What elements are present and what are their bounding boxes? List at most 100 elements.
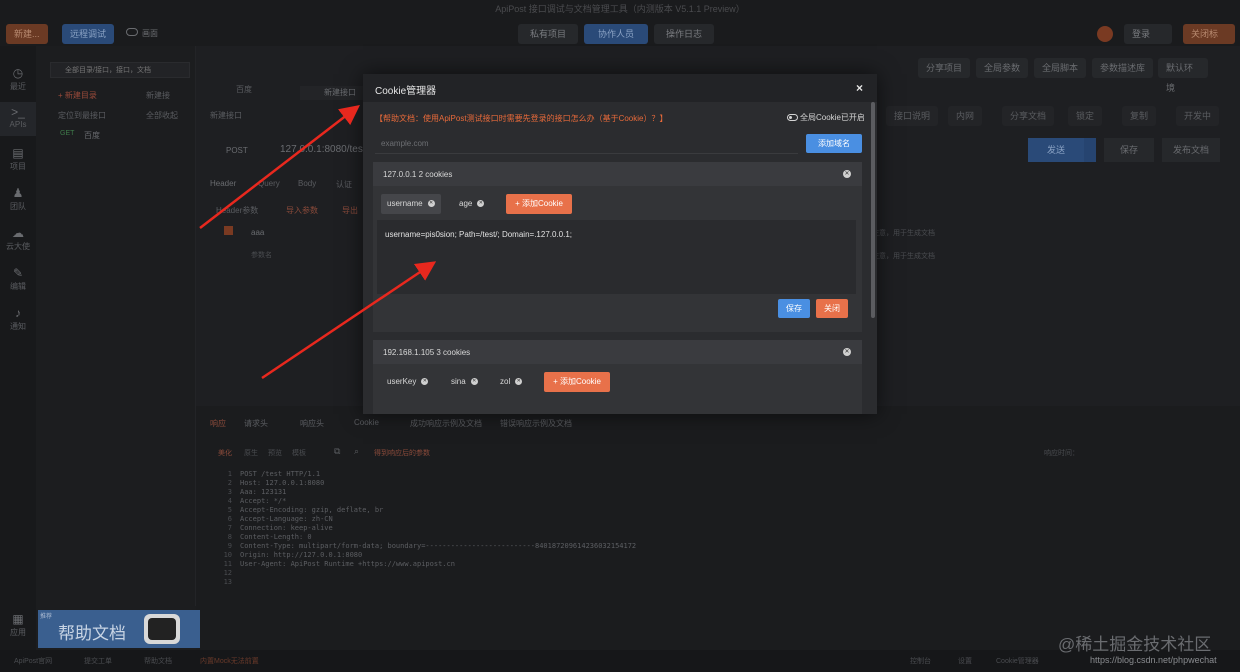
share-doc-button[interactable]: 分享文档 [1002, 106, 1055, 126]
nav-apps[interactable]: ▦ 应用 [0, 612, 36, 638]
row-key[interactable]: aaa [251, 228, 264, 237]
global-script-button[interactable]: 全局脚本 [1034, 58, 1087, 78]
nav-project[interactable]: ▤ 项目 [0, 146, 36, 172]
lock-button[interactable]: 锁定 [1068, 106, 1103, 126]
nav-notify[interactable]: ♪ 通知 [0, 306, 36, 332]
cookie-chip-sina[interactable]: sina ✕ [445, 372, 484, 392]
new-api-button[interactable]: 新建接 [146, 90, 170, 101]
nav-team[interactable]: ♟ 团队 [0, 186, 36, 212]
api-desc-button[interactable]: 接口说明 [886, 106, 939, 126]
tree-search-input[interactable] [50, 62, 190, 78]
footer-official-site[interactable]: ApiPost官网 [14, 656, 52, 666]
cookie-chip-userkey[interactable]: userKey ✕ [381, 372, 434, 392]
params-desc-button[interactable]: 参数描述库 [1092, 58, 1154, 78]
modal-scroll-thumb[interactable] [871, 102, 875, 318]
code-text: Connection: keep-alive [240, 524, 333, 532]
code-text: Host: 127.0.0.1:8080 [240, 479, 325, 487]
remove-domain-icon[interactable]: ✕ [843, 170, 851, 178]
copy-icon[interactable]: ⧉ [334, 446, 340, 457]
help-doc-banner[interactable]: 推荐 帮助文档 [38, 610, 200, 648]
global-params-button[interactable]: 全局参数 [976, 58, 1029, 78]
resp-tab-error-example[interactable]: 错误响应示例及文档 [500, 418, 572, 429]
format-raw[interactable]: 原生 [244, 448, 258, 458]
search-icon[interactable]: ⌕ [354, 446, 359, 457]
dev-status-select[interactable]: 开发中 [1176, 106, 1220, 126]
remove-cookie-icon[interactable]: ✕ [421, 378, 429, 386]
send-button[interactable]: 发送 [1028, 138, 1084, 162]
nav-recent[interactable]: ◷ 最近 [0, 66, 36, 92]
add-domain-button[interactable]: 添加域名 [806, 134, 862, 153]
code-text: POST /test HTTP/1.1 [240, 470, 321, 478]
save-cookie-button[interactable]: 保存 [778, 299, 810, 318]
add-cookie-button[interactable]: + 添加Cookie [506, 194, 572, 214]
window-menu-button[interactable]: 关闭标 [1183, 24, 1235, 44]
resp-tab-resp-headers[interactable]: 响应头 [300, 418, 324, 429]
share-project-button[interactable]: 分享项目 [918, 58, 971, 78]
log-button[interactable]: 操作日志 [654, 24, 714, 44]
invite-button[interactable]: 协作人员 [584, 24, 648, 44]
send-dropdown[interactable] [1084, 138, 1096, 162]
import-params-button[interactable]: 导入参数 [286, 205, 318, 216]
resp-tab-success-example[interactable]: 成功响应示例及文档 [410, 418, 482, 429]
cookie-chip-age[interactable]: age ✕ [453, 194, 490, 214]
subtab-query[interactable]: Query [258, 179, 280, 188]
save-request-button[interactable]: 保存 [1104, 138, 1154, 162]
remote-debug-button[interactable]: 远程调试 [62, 24, 115, 44]
nav-edit[interactable]: ✎ 编辑 [0, 266, 36, 292]
url-input[interactable]: 127.0.0.1:8080/test [280, 144, 366, 155]
resp-tab-req-headers[interactable]: 请求头 [244, 418, 268, 429]
close-icon[interactable]: × [856, 81, 863, 95]
domain-input[interactable] [375, 134, 798, 154]
remove-cookie-icon[interactable]: ✕ [477, 200, 485, 208]
footer-help-doc[interactable]: 帮助文档 [144, 656, 172, 666]
help-doc-link[interactable]: 【帮助文档：使用ApiPost测试接口时需要先登录的接口怎么办（基于Cookie… [375, 113, 667, 124]
cookie-chip-zol[interactable]: zol ✕ [494, 372, 528, 392]
footer-console[interactable]: 控制台 [910, 656, 931, 666]
publish-doc-button[interactable]: 发布文档 [1162, 138, 1220, 162]
subtab-body[interactable]: Body [298, 179, 316, 188]
remove-cookie-icon[interactable]: ✕ [470, 378, 478, 386]
export-params-button[interactable]: 导出 [342, 205, 358, 216]
new-button[interactable]: 新建... [6, 24, 48, 44]
global-cookie-toggle[interactable]: 全局Cookie已开启 [787, 112, 865, 123]
apps-icon: ▦ [12, 612, 24, 626]
env-select[interactable]: 默认环境 [1158, 58, 1208, 93]
cookie-editor[interactable] [377, 220, 856, 294]
new-folder-button[interactable]: + 新建目录 [58, 90, 97, 101]
nav-apis[interactable]: >_ APIs [0, 102, 36, 136]
subtab-header[interactable]: Header [210, 179, 236, 188]
code-line: 4 Accept: */* [214, 497, 636, 506]
format-template[interactable]: 模板 [292, 448, 306, 458]
footer-cookie-manager[interactable]: Cookie管理器 [996, 656, 1039, 666]
avatar[interactable] [1097, 26, 1113, 42]
remove-domain-icon[interactable]: ✕ [843, 348, 851, 356]
private-project-select[interactable]: 私有项目 [518, 24, 578, 44]
format-pretty[interactable]: 美化 [218, 448, 232, 458]
subtab-auth[interactable]: 认证 [336, 179, 352, 190]
nav-cloud[interactable]: ☁ 云大使 [0, 226, 36, 252]
add-cookie-button[interactable]: + 添加Cookie [544, 372, 610, 392]
tab-baidu[interactable]: 百度 [236, 84, 252, 95]
remove-cookie-icon[interactable]: ✕ [427, 200, 435, 208]
cookie-chip-username[interactable]: username ✕ [381, 194, 441, 214]
footer-ticket[interactable]: 提交工单 [84, 656, 112, 666]
tree-item-baidu[interactable]: 百度 [84, 130, 100, 141]
mock-button[interactable]: 内网 [948, 106, 983, 126]
login-button[interactable]: 登录 [1124, 24, 1172, 44]
close-editor-button[interactable]: 关闭 [816, 299, 848, 318]
resp-tab-response[interactable]: 响应 [210, 418, 226, 429]
locate-button[interactable]: 定位到最接口 [58, 110, 106, 121]
row-placeholder[interactable]: 参数名 [251, 250, 272, 260]
team-icon: ♟ [12, 186, 24, 200]
line-number: 8 [227, 533, 232, 541]
method-select[interactable]: POST [226, 146, 248, 155]
mode-toggle[interactable] [126, 28, 138, 36]
copy-button[interactable]: 复制 [1122, 106, 1157, 126]
footer-settings[interactable]: 设置 [958, 656, 972, 666]
format-preview[interactable]: 预览 [268, 448, 282, 458]
resp-tab-cookie[interactable]: Cookie [354, 418, 379, 427]
collapse-all-button[interactable]: 全部收起 [146, 110, 178, 121]
remove-cookie-icon[interactable]: ✕ [515, 378, 523, 386]
row-checkbox[interactable] [224, 226, 233, 235]
mode-label: 画面 [142, 29, 158, 38]
